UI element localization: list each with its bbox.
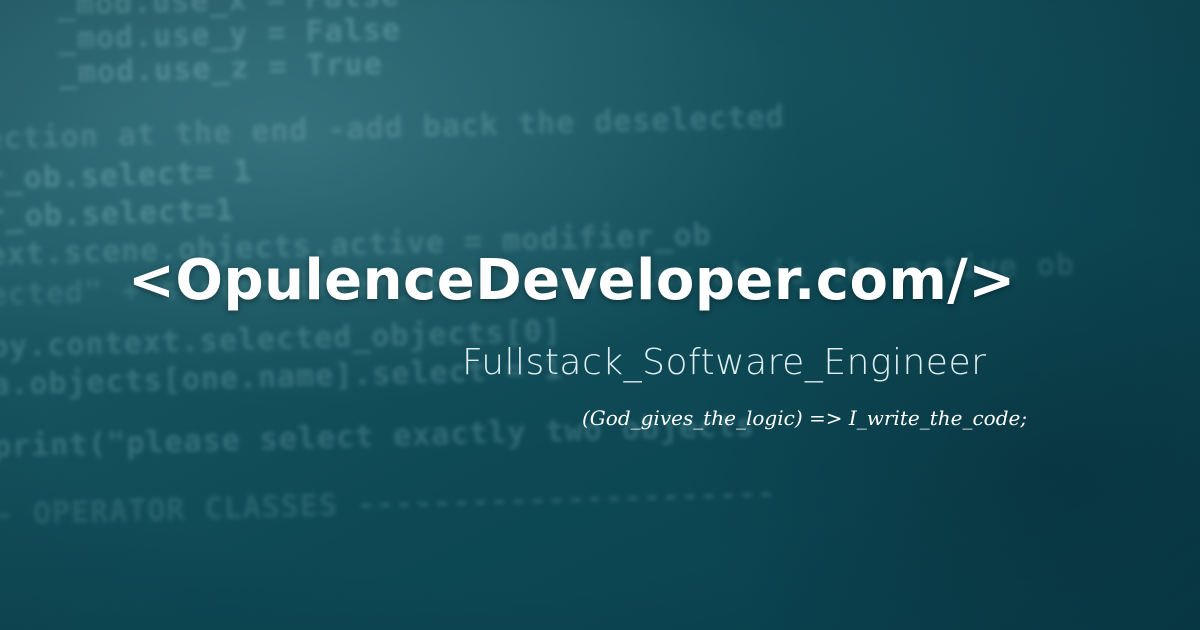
vignette-overlay (0, 0, 1200, 630)
code-line: ection at the end -add back the deselect… (0, 99, 786, 157)
code-line: - OPERATOR CLASSES ---------------------… (0, 475, 777, 533)
code-line: _mod.use_y = False (0, 12, 402, 59)
code-line: r_ob.select= 1 (0, 154, 253, 197)
motto: (God_gives_the_logic) => I_write_the_cod… (582, 406, 1028, 430)
code-line: _mod.use_x = False (0, 0, 401, 25)
banner: _mod.use_x = False _mod.use_y = False _m… (0, 0, 1200, 630)
code-line: _mod.use_z = True (0, 46, 384, 93)
site-title: <OpulenceDeveloper.com/> (128, 248, 1016, 313)
code-line: r_ob.select=1 (0, 192, 235, 235)
tagline: Fullstack_Software_Engineer (462, 342, 987, 383)
